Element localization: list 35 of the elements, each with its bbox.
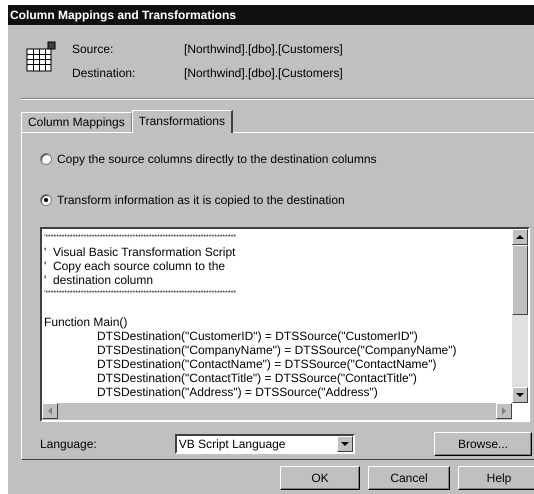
horizontal-scrollbar[interactable] bbox=[42, 403, 512, 420]
dropdown-arrow-icon bbox=[340, 440, 350, 448]
code-line: Function Main() bbox=[44, 315, 128, 329]
radio-button[interactable] bbox=[40, 153, 52, 165]
code-line: DTSDestination("CompanyName") = DTSSource("CompanyName") bbox=[96, 343, 458, 357]
dialog-button[interactable]: OK bbox=[280, 466, 360, 490]
scroll-left-icon bbox=[46, 406, 54, 416]
code-line: ' destination column bbox=[44, 273, 154, 287]
code-line: DTSDestination("CustomerID") = DTSSource("CustomerID") bbox=[96, 329, 419, 343]
scroll-right-icon bbox=[500, 406, 508, 416]
browse-button[interactable]: Browse... bbox=[434, 432, 532, 456]
radio-label[interactable]: Copy the source columns directly to the destination columns bbox=[57, 152, 376, 166]
scroll-up-icon bbox=[515, 233, 525, 241]
scroll-down-icon bbox=[515, 391, 525, 399]
field-value: [Northwind].[dbo].[Customers] bbox=[184, 42, 343, 56]
table-icon bbox=[26, 41, 58, 73]
dialog-button[interactable]: Help bbox=[458, 466, 534, 490]
field-label: Source: bbox=[72, 42, 114, 56]
code-line: DTSDestination("ContactTitle") = DTSSource("ContactTitle") bbox=[96, 371, 418, 385]
code-line: DTSDestination("Address") = DTSSource("Address") bbox=[96, 385, 379, 399]
vertical-scrollbar[interactable] bbox=[512, 229, 528, 403]
script-editor[interactable] bbox=[40, 227, 530, 422]
tab[interactable]: Column Mappings bbox=[21, 112, 132, 132]
field-label: Destination: bbox=[72, 66, 136, 80]
field-value: [Northwind].[dbo].[Customers] bbox=[184, 66, 343, 80]
dialog-button[interactable]: Cancel bbox=[368, 466, 450, 490]
language-label: Language: bbox=[40, 437, 97, 451]
radio-button[interactable] bbox=[40, 194, 52, 206]
language-dropdown[interactable]: VB Script Language bbox=[174, 434, 355, 454]
tab[interactable]: Transformations bbox=[132, 110, 233, 133]
window-title: Column Mappings and Transformations bbox=[8, 5, 534, 25]
radio-label[interactable]: Transform information as it is copied to the destination bbox=[57, 193, 345, 207]
code-line: ' Visual Basic Transformation Script bbox=[44, 245, 236, 259]
code-line: ' Copy each source column to the bbox=[44, 259, 226, 273]
code-line: DTSDestination("ContactName") = DTSSource("ContactName") bbox=[96, 357, 438, 371]
